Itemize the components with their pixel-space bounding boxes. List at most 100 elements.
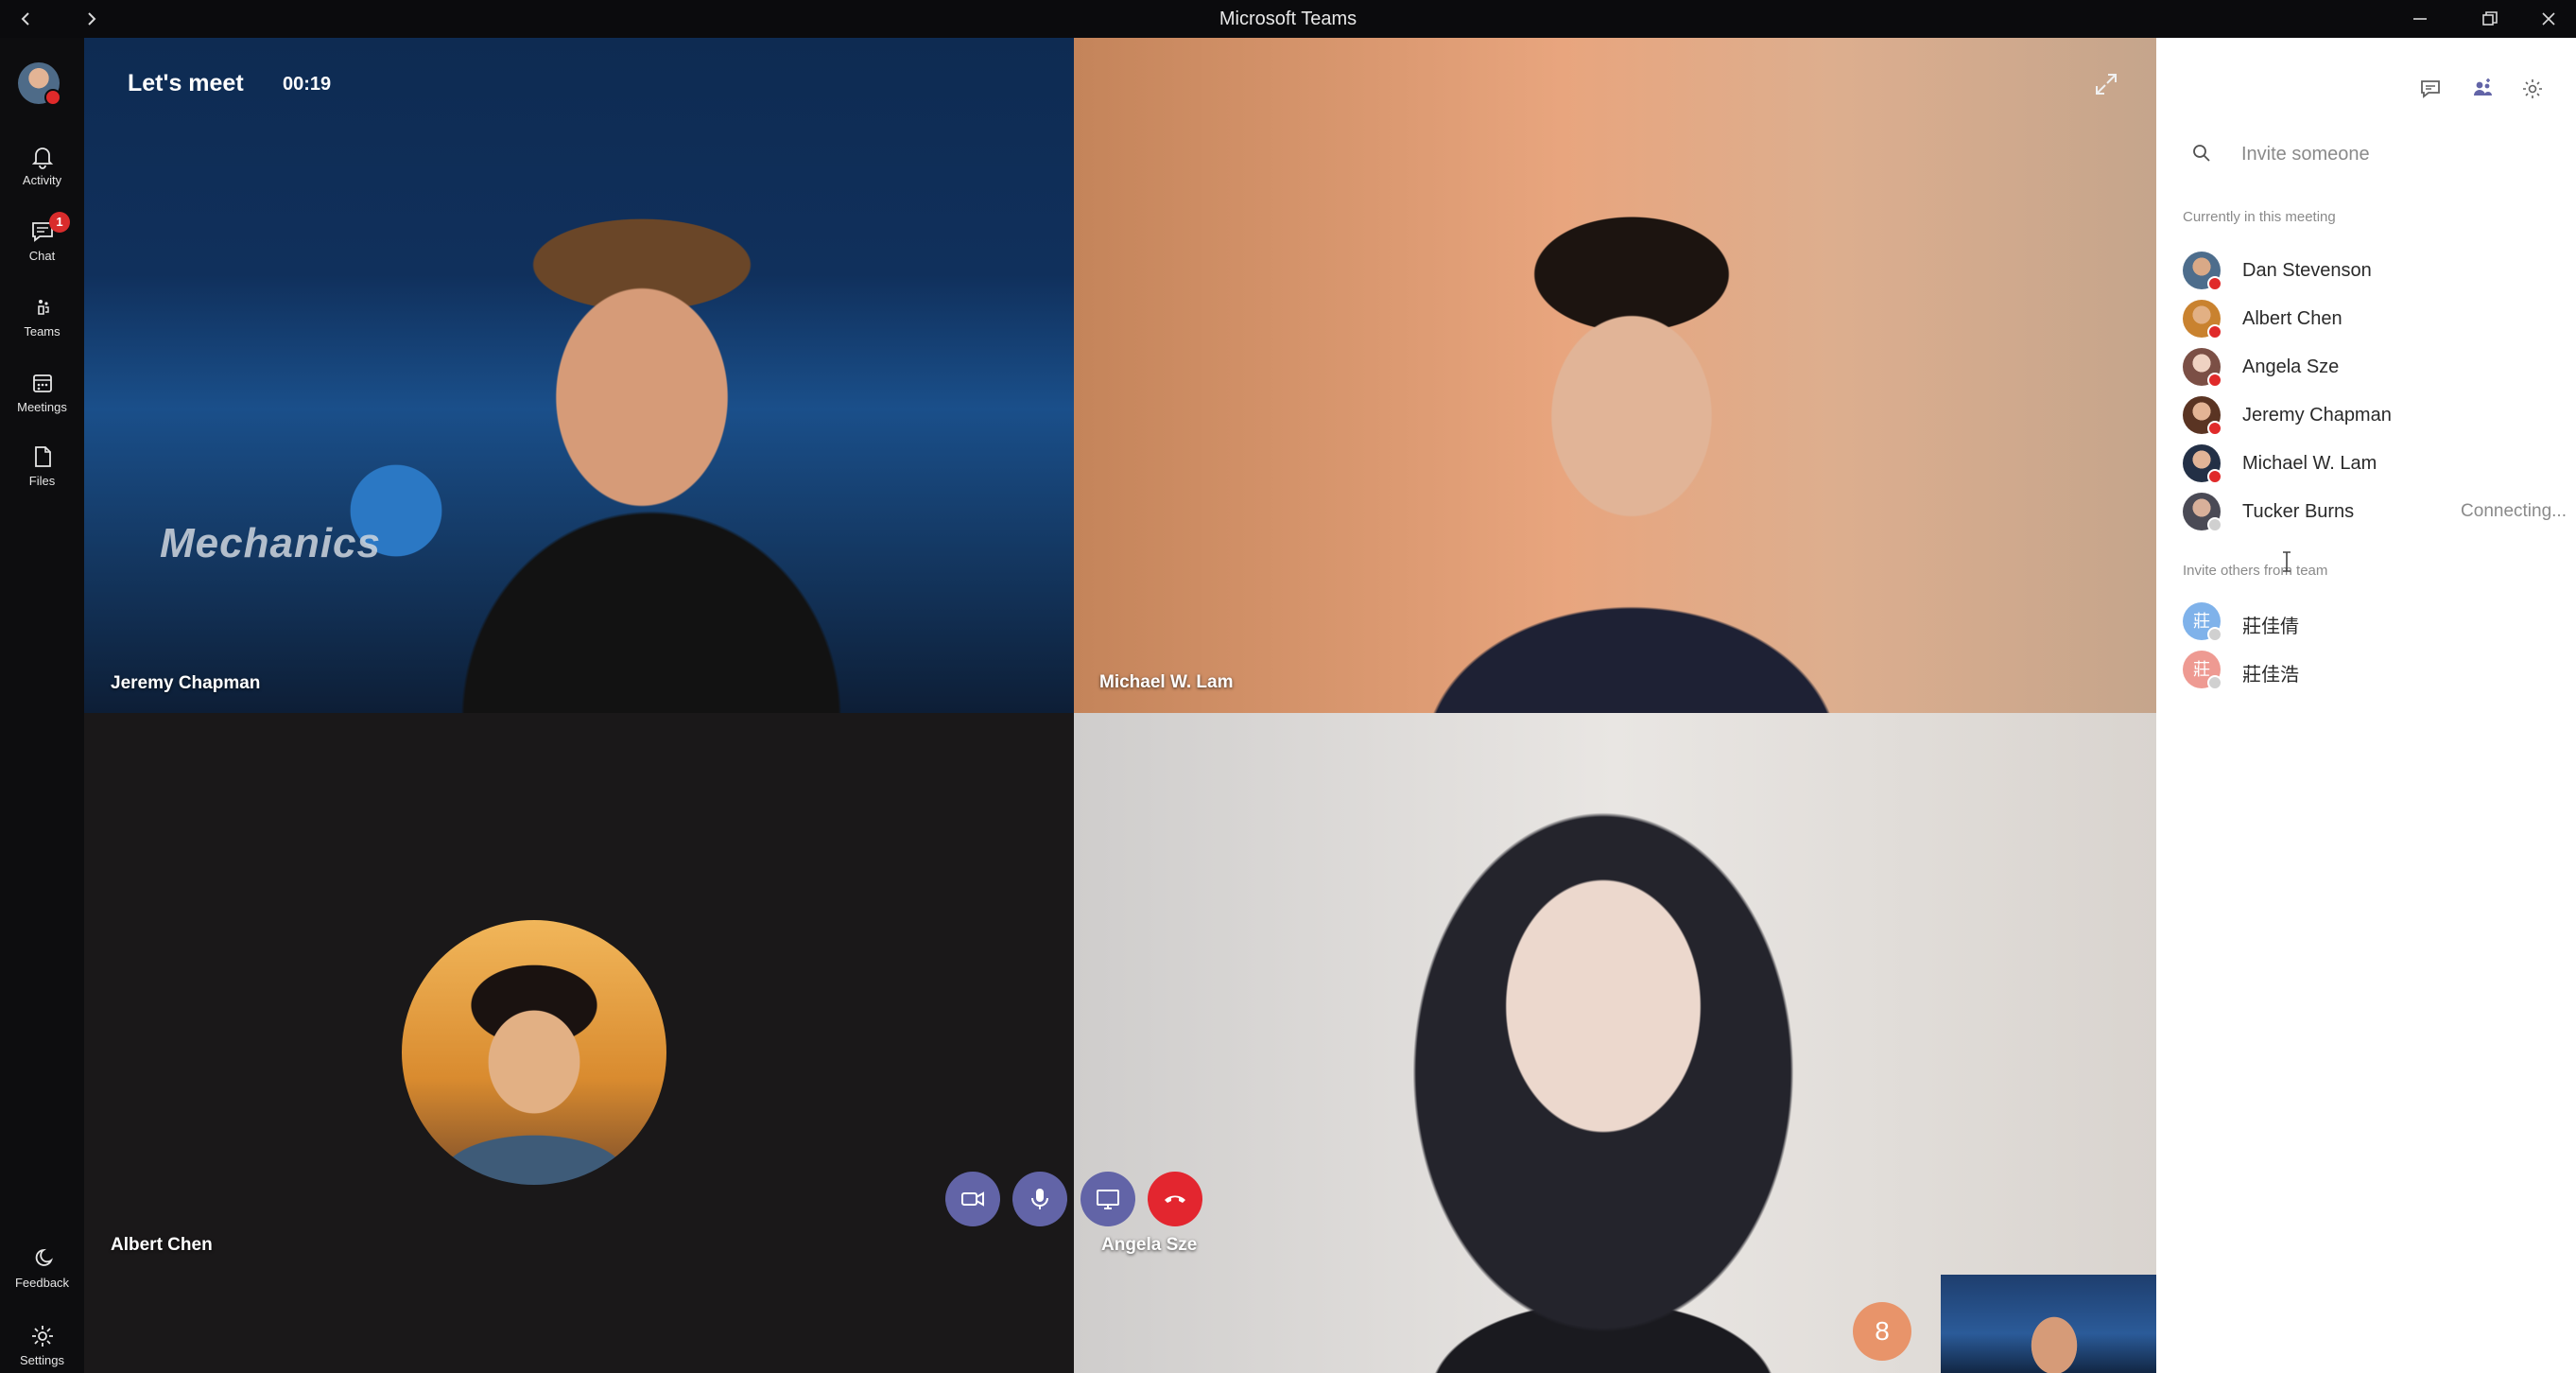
invite-someone-input[interactable] — [2239, 136, 2555, 172]
gear-icon — [31, 1326, 53, 1347]
team-member-item[interactable]: 莊 莊佳倩 — [2183, 602, 2561, 646]
gear-icon — [2523, 79, 2542, 98]
rail-item-teams[interactable]: Teams — [0, 293, 84, 339]
presence-dot — [2207, 421, 2222, 436]
team-member-item[interactable]: 莊 莊佳浩 — [2183, 651, 2561, 694]
participant-item[interactable]: Jeremy Chapman — [2183, 396, 2561, 440]
teams-icon — [37, 300, 49, 315]
presence-dot — [2207, 276, 2222, 291]
avatar: 莊 — [2183, 602, 2222, 642]
participant-name: Jeremy Chapman — [2242, 405, 2392, 426]
presence-dot — [2207, 675, 2222, 690]
app-rail: Activity 1 Chat Teams Meetings Files Fee… — [0, 38, 84, 1373]
avatar-initial: 莊 — [2193, 660, 2210, 679]
user-avatar[interactable] — [18, 62, 61, 106]
avatar — [402, 920, 666, 1185]
bell-icon — [31, 148, 53, 169]
avatar — [2183, 444, 2222, 484]
video-tile-albert[interactable]: Albert Chen — [84, 713, 1074, 1373]
participant-name: Michael W. Lam — [2242, 453, 2377, 474]
title-bar: Microsoft Teams — [0, 0, 2576, 38]
chat-panel-button[interactable] — [2413, 72, 2447, 106]
participants-panel-button[interactable] — [2464, 72, 2498, 106]
invite-others-heading: Invite others from team — [2183, 563, 2328, 579]
overflow-participants-badge[interactable]: 8 — [1853, 1302, 1911, 1361]
rail-item-files[interactable]: Files — [0, 443, 84, 488]
video-tile-michael[interactable]: Michael W. Lam — [1074, 38, 2156, 713]
avatar — [2183, 252, 2222, 291]
participant-item[interactable]: Dan Stevenson — [2183, 252, 2561, 295]
video-tile-jeremy[interactable]: Mechanics Jeremy Chapman — [84, 38, 1074, 713]
participant-name: Angela Sze — [2242, 356, 2340, 377]
avatar — [2183, 300, 2222, 339]
presence-dot — [44, 89, 61, 106]
invite-search — [2190, 136, 2559, 174]
team-member-name: 莊佳浩 — [2242, 665, 2299, 686]
avatar — [2183, 493, 2222, 532]
rail-item-settings[interactable]: Settings — [0, 1322, 84, 1367]
camera-button[interactable] — [945, 1172, 1000, 1226]
connection-status: Connecting... — [2461, 501, 2567, 521]
participant-name: Albert Chen — [111, 1235, 213, 1255]
rail-label: Chat — [28, 249, 56, 263]
rail-label: Teams — [24, 324, 61, 339]
presence-dot — [2207, 627, 2222, 642]
rail-item-activity[interactable]: Activity — [0, 142, 84, 187]
rail-label: Settings — [20, 1353, 64, 1367]
avatar — [2183, 348, 2222, 388]
microphone-icon — [1031, 1189, 1048, 1209]
presence-dot — [2207, 373, 2222, 388]
participant-item[interactable]: Angela Sze — [2183, 348, 2561, 391]
people-icon — [2474, 78, 2492, 96]
chat-bubble-icon — [2421, 80, 2440, 98]
presence-dot — [2207, 324, 2222, 339]
presence-dot — [2207, 469, 2222, 484]
minimize-icon[interactable] — [2394, 0, 2446, 38]
participant-name: Tucker Burns — [2242, 501, 2355, 522]
window-title: Microsoft Teams — [1219, 9, 1357, 29]
rail-label: Feedback — [14, 1276, 70, 1290]
file-icon — [34, 446, 51, 467]
meeting-timer: 00:19 — [283, 74, 332, 95]
calendar-icon — [32, 374, 52, 392]
participant-name: Michael W. Lam — [1099, 672, 1234, 692]
participant-item[interactable]: Albert Chen — [2183, 300, 2561, 343]
avatar-initial: 莊 — [2193, 612, 2210, 631]
share-screen-button[interactable] — [1081, 1172, 1135, 1226]
microphone-button[interactable] — [1012, 1172, 1067, 1226]
phone-hangup-icon — [1165, 1195, 1185, 1203]
chat-badge: 1 — [49, 212, 70, 233]
self-view-preview[interactable] — [1941, 1275, 2156, 1373]
text-cursor-icon — [2283, 551, 2291, 572]
rail-label: Files — [28, 474, 56, 488]
avatar: 莊 — [2183, 651, 2222, 690]
panel-toolbar — [2156, 72, 2576, 110]
participant-name: Albert Chen — [2242, 308, 2343, 329]
video-camera-icon — [961, 1191, 984, 1207]
restore-icon[interactable] — [2464, 0, 2516, 38]
team-member-name: 莊佳倩 — [2242, 617, 2299, 637]
participant-name: Jeremy Chapman — [111, 673, 261, 693]
participant-item[interactable]: Tucker Burns Connecting... — [2183, 493, 2567, 536]
participant-item[interactable]: Michael W. Lam — [2183, 444, 2561, 488]
meeting-title: Let's meet — [128, 70, 244, 96]
presence-dot — [2207, 517, 2222, 532]
rail-item-feedback[interactable]: Feedback — [0, 1244, 84, 1290]
feedback-icon — [35, 1248, 53, 1266]
participants-panel: Currently in this meeting Dan Stevenson … — [2156, 38, 2576, 1373]
current-participants-heading: Currently in this meeting — [2183, 209, 2336, 225]
background-sign-text: Mechanics — [160, 520, 381, 566]
search-icon — [2193, 145, 2210, 162]
settings-panel-button[interactable] — [2515, 72, 2550, 106]
screen-share-icon — [1097, 1190, 1119, 1209]
close-icon[interactable] — [2522, 0, 2575, 38]
rail-label: Activity — [22, 173, 62, 187]
participant-name: Dan Stevenson — [2242, 260, 2372, 281]
expand-icon[interactable] — [2094, 72, 2118, 96]
avatar — [2183, 396, 2222, 436]
hang-up-button[interactable] — [1148, 1172, 1202, 1226]
rail-item-chat[interactable]: 1 Chat — [0, 212, 84, 263]
rail-label: Meetings — [17, 400, 67, 414]
participant-name: Angela Sze — [1101, 1235, 1198, 1255]
rail-item-meetings[interactable]: Meetings — [0, 369, 84, 414]
